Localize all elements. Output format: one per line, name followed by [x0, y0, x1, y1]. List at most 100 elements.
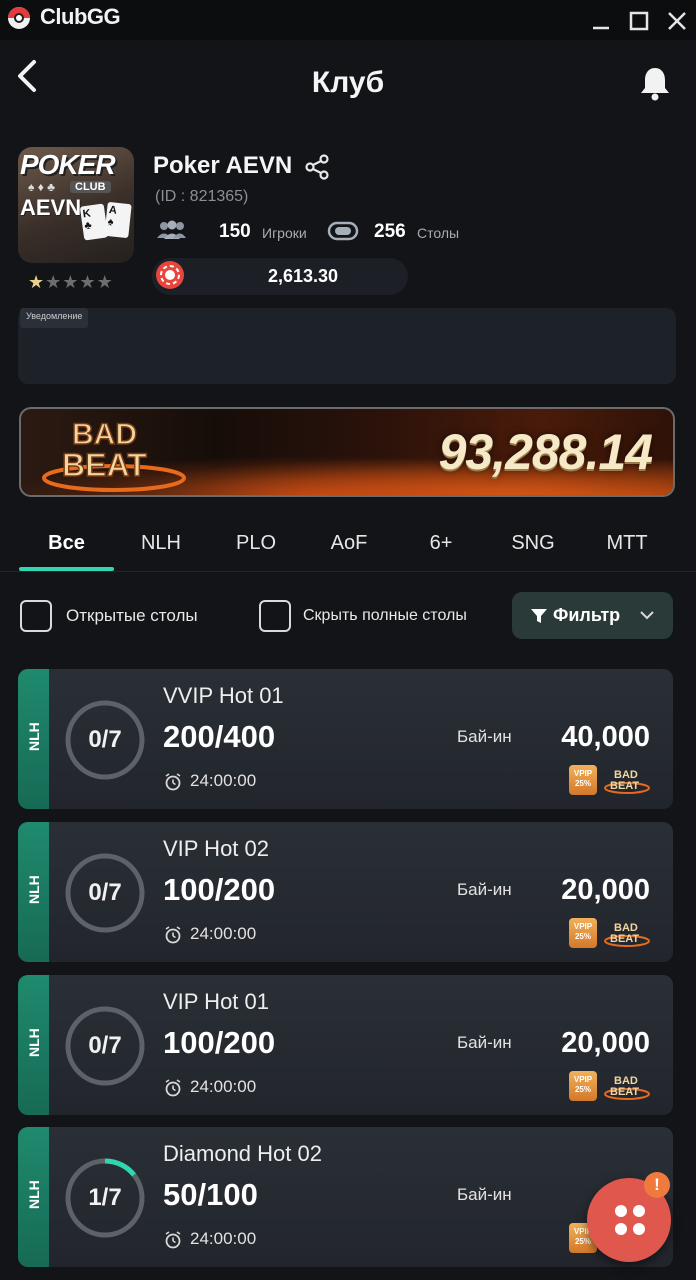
bad-beat-mini-icon: BAD BEAT [604, 769, 650, 794]
clubgg-logo-icon [8, 7, 30, 29]
game-type-label: NLH [26, 1180, 42, 1209]
game-type-tabs: Все NLH PLO AoF 6+ SNG MTT [0, 520, 696, 572]
bad-beat-mini-icon: BAD BEAT [604, 1075, 650, 1100]
vpip-badge: VPIP 25% [569, 765, 597, 795]
table-stakes: 50/100 [163, 1177, 258, 1212]
game-type-label: NLH [26, 875, 42, 904]
maximize-icon[interactable] [624, 6, 654, 36]
playing-card-icon: K ♣ [79, 203, 109, 241]
share-icon[interactable] [303, 153, 331, 181]
players-icon [157, 220, 186, 239]
hide-full-checkbox[interactable] [259, 600, 291, 632]
tab-mtt[interactable]: MTT [591, 532, 663, 555]
bad-beat-logo-line2: BEAT [62, 447, 147, 483]
star-icon: ★ [62, 272, 80, 292]
bad-beat-mini-icon: BAD BEAT [604, 922, 650, 947]
table-name: Diamond Hot 02 [163, 1141, 322, 1166]
table-stakes: 100/200 [163, 1025, 276, 1060]
buyin-label: Бай-ин [457, 880, 512, 899]
tab-6plus[interactable]: 6+ [405, 532, 477, 555]
table-timer: 24:00:00 [190, 1229, 257, 1248]
game-type-strip: NLH [18, 669, 49, 809]
club-logo-name: AEVN [20, 195, 82, 220]
bad-beat-logo-icon: BAD BEAT [42, 417, 186, 492]
table-row[interactable]: NLH 1/7 Diamond Hot 02 50/100 24:00:00 Б… [18, 1127, 673, 1267]
open-tables-checkbox[interactable] [20, 600, 52, 632]
page-title: Клуб [311, 66, 385, 99]
tab-aof[interactable]: AoF [313, 532, 385, 555]
table-row[interactable]: NLH 0/7 VIP Hot 02 100/200 24:00:00 Бай-… [18, 822, 673, 962]
tables-count: 256 [374, 221, 406, 242]
tab-plo[interactable]: PLO [220, 532, 292, 555]
bad-beat-mini-line2: BEAT [610, 1086, 639, 1098]
chevron-down-icon [640, 611, 654, 620]
suits-icon: ♠ ♦ ♣ [28, 180, 56, 194]
star-icon: ★ [45, 272, 63, 292]
rating-stars: ★★★★★ [28, 272, 114, 292]
club-balance: 2,613.30 [268, 266, 339, 286]
buyin-label: Бай-ин [457, 727, 512, 746]
vpip-badge: VPIP 25% [569, 1071, 597, 1101]
bad-beat-jackpot-amount: 93,288.14 [438, 424, 653, 480]
funnel-icon [531, 609, 547, 623]
table-name: VIP Hot 02 [163, 836, 269, 861]
poker-chip-icon [156, 261, 184, 289]
game-type-label: NLH [26, 722, 42, 751]
club-id: (ID : 821365) [155, 188, 249, 205]
club-logo-text: POKER [20, 149, 116, 180]
players-count: 150 [219, 221, 251, 242]
tables-label: Столы [417, 225, 460, 241]
alarm-clock-icon [165, 1231, 181, 1249]
tab-sng[interactable]: SNG [497, 532, 569, 555]
club-logo-subtext: CLUB [70, 181, 111, 193]
tables-icon [327, 221, 359, 241]
buyin-value: 20,000 [561, 874, 650, 906]
minimize-icon[interactable] [586, 6, 616, 36]
game-type-label: NLH [26, 1028, 42, 1057]
game-type-strip: NLH [18, 822, 49, 962]
club-name: Poker AEVN [153, 152, 293, 179]
table-stakes: 200/400 [163, 719, 276, 754]
buyin-label: Бай-ин [457, 1185, 512, 1204]
notice-panel[interactable] [18, 308, 676, 384]
seat-count: 0/7 [88, 879, 122, 906]
game-type-strip: NLH [18, 1127, 49, 1267]
buyin-value: 20,000 [561, 1027, 650, 1059]
table-stakes: 100/200 [163, 872, 276, 907]
tab-nlh[interactable]: NLH [125, 532, 197, 555]
alarm-clock-icon [165, 773, 181, 791]
club-logo[interactable]: POKER ♠ ♦ ♣ CLUB AEVN K ♣ A ♠ [18, 147, 134, 263]
bad-beat-mini-line2: BEAT [610, 933, 639, 945]
filter-button-label: Фильтр [553, 605, 621, 625]
tabs-divider [0, 571, 696, 572]
table-timer: 24:00:00 [190, 771, 257, 790]
star-icon: ★ [96, 272, 114, 292]
buyin-label: Бай-ин [457, 1033, 512, 1052]
notice-tag: Уведомление [20, 308, 89, 328]
star-icon: ★ [79, 272, 97, 292]
table-row[interactable]: NLH 0/7 VVIP Hot 01 200/400 24:00:00 Бай… [18, 669, 673, 809]
game-type-strip: NLH [18, 975, 49, 1115]
table-name: VVIP Hot 01 [163, 683, 284, 708]
vpip-badge: VPIP 25% [569, 918, 597, 948]
page-header: Клуб [0, 40, 696, 130]
open-tables-label: Открытые столы [66, 606, 198, 625]
seat-count: 0/7 [88, 1032, 122, 1059]
window-titlebar: ClubGG [0, 0, 696, 40]
alarm-clock-icon [165, 926, 181, 944]
table-row[interactable]: NLH 0/7 VIP Hot 01 100/200 24:00:00 Бай-… [18, 975, 673, 1115]
star-icon: ★ [28, 272, 46, 292]
fab-notification-badge: ! [644, 1172, 670, 1198]
seat-count: 0/7 [88, 726, 122, 753]
club-rating: ★★★★★ [28, 272, 114, 293]
hide-full-label: Скрыть полные столы [303, 607, 467, 624]
close-icon[interactable] [662, 6, 692, 36]
seat-count: 1/7 [88, 1184, 122, 1211]
bell-icon[interactable] [636, 64, 674, 102]
tab-all[interactable]: Все [19, 532, 114, 555]
table-timer: 24:00:00 [190, 924, 257, 943]
players-label: Игроки [262, 225, 307, 241]
grid-menu-icon [615, 1205, 645, 1235]
app-name: ClubGG [40, 4, 121, 29]
bad-beat-mini-line2: BEAT [610, 780, 639, 792]
